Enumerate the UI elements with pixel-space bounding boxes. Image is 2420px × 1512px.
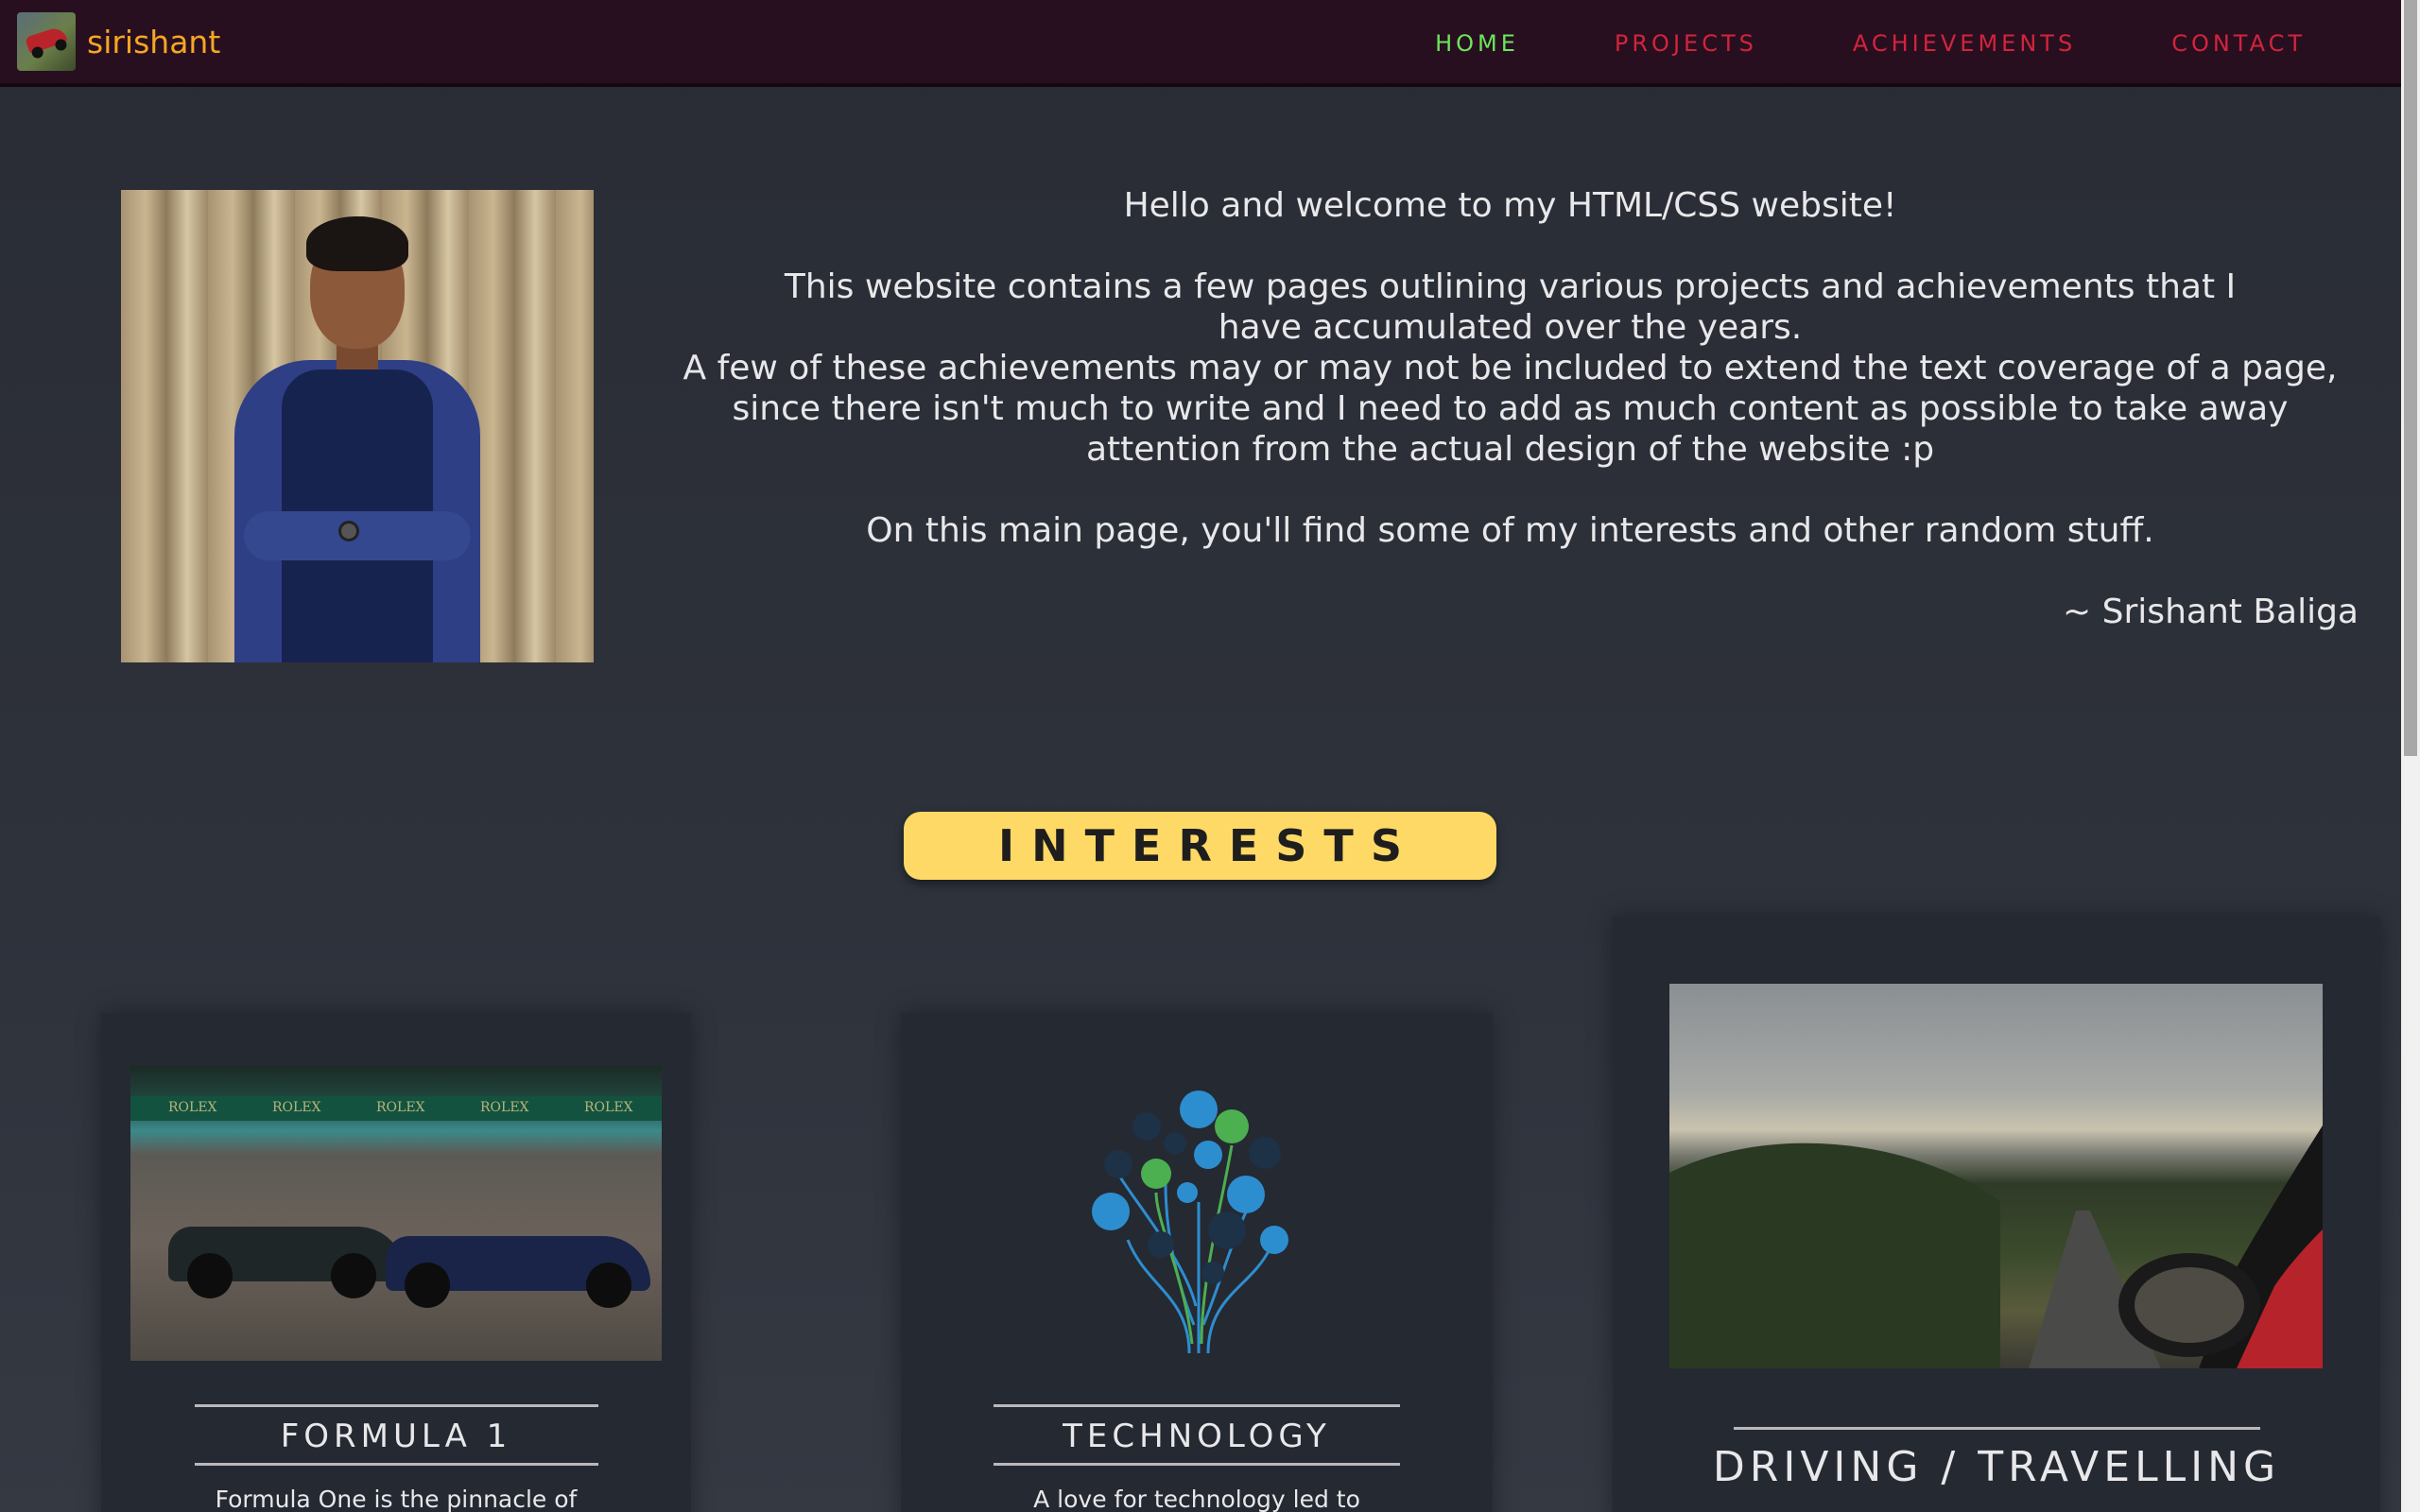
intro-signature: ~ Srishant Baliga	[2063, 593, 2359, 631]
scrollbar-thumb[interactable]	[2404, 0, 2417, 756]
interest-card-technology[interactable]: TECHNOLOGY A love for technology led to	[901, 1013, 1493, 1512]
card-divider	[994, 1463, 1400, 1466]
intro-paragraph-1: This website contains a few pages outlin…	[784, 267, 2237, 347]
card-title: TECHNOLOGY	[1063, 1418, 1331, 1455]
card-divider	[195, 1463, 598, 1466]
card-title: FORMULA 1	[280, 1418, 512, 1455]
interest-card-formula1[interactable]: ROLEX ROLEX ROLEX ROLEX ROLEX FORMULA 1 Form…	[101, 1013, 691, 1512]
formula1-image: ROLEX ROLEX ROLEX ROLEX ROLEX	[130, 1066, 662, 1361]
intro-paragraph-2: A few of these achievements may or may n…	[683, 349, 2338, 469]
nav-contact[interactable]: CONTACT	[2171, 30, 2306, 57]
card-description: A love for technology led to	[1033, 1486, 1360, 1512]
nav-achievements[interactable]: ACHIEVEMENTS	[1853, 30, 2076, 57]
main-nav: HOME PROJECTS ACHIEVEMENTS CONTACT	[1435, 0, 2401, 87]
driving-image	[1669, 984, 2323, 1368]
nav-home[interactable]: HOME	[1435, 30, 1519, 57]
intro-welcome: Hello and welcome to my HTML/CSS website…	[1123, 186, 1897, 225]
card-divider	[994, 1404, 1400, 1407]
brand-logo-icon	[17, 12, 76, 71]
card-divider	[195, 1404, 598, 1407]
card-description: Formula One is the pinnacle of	[215, 1486, 578, 1512]
page-scrollbar[interactable]	[2401, 0, 2420, 1512]
intro-text: Hello and welcome to my HTML/CSS website…	[662, 185, 2359, 632]
intro-paragraph-3: On this main page, you'll find some of m…	[866, 511, 2154, 550]
interests-heading: INTERESTS	[904, 812, 1496, 880]
card-divider	[1734, 1427, 2260, 1430]
profile-photo	[121, 190, 594, 662]
card-title: DRIVING / TRAVELLING	[1712, 1443, 2281, 1491]
brand[interactable]: sirishant	[17, 12, 220, 71]
brand-name: sirishant	[87, 23, 221, 60]
interest-card-driving[interactable]: DRIVING / TRAVELLING	[1613, 917, 2380, 1512]
top-navbar: sirishant HOME PROJECTS ACHIEVEMENTS CON…	[0, 0, 2401, 87]
technology-tree-icon	[1090, 1089, 1307, 1353]
nav-projects[interactable]: PROJECTS	[1615, 30, 1757, 57]
